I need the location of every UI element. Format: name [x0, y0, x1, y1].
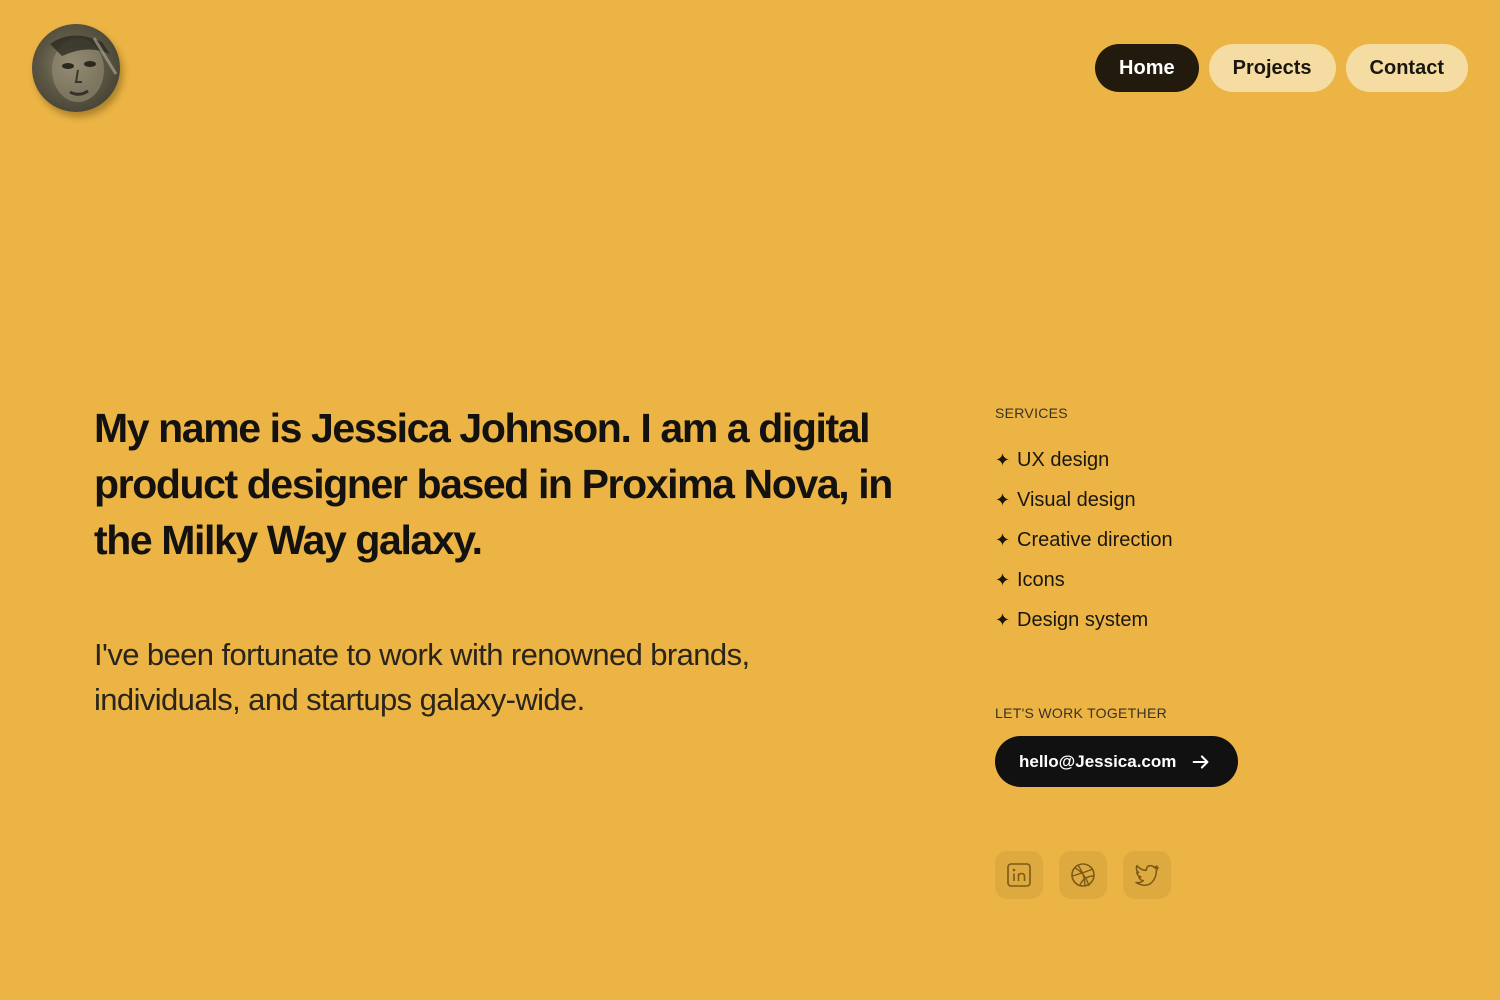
services-label: SERVICES [995, 405, 1068, 421]
hero-subhead: I've been fortunate to work with renowne… [94, 637, 750, 717]
service-label: Visual design [1017, 488, 1136, 511]
social-links [995, 851, 1171, 899]
sparkle-icon: ✦ [995, 569, 1011, 590]
avatar[interactable] [32, 24, 120, 112]
nav-contact-button[interactable]: Contact [1345, 44, 1468, 92]
services-list: ✦ UX design ✦ Visual design ✦ Creative d… [995, 440, 1173, 640]
service-item-creative-direction: ✦ Creative direction [995, 520, 1173, 560]
service-label: Design system [1017, 608, 1149, 631]
service-item-icons: ✦ Icons [995, 560, 1173, 600]
portfolio-page: Home Projects Contact My name is Jessica… [0, 0, 1500, 1000]
avatar-photo [50, 35, 118, 102]
service-item-visual-design: ✦ Visual design [995, 480, 1173, 520]
work-together-label: LET'S WORK TOGETHER [995, 705, 1167, 721]
service-item-design-system: ✦ Design system [995, 600, 1173, 640]
main-nav: Home Projects Contact [1095, 44, 1468, 92]
sparkle-icon: ✦ [995, 449, 1011, 470]
linkedin-link[interactable] [995, 851, 1043, 899]
sparkle-icon: ✦ [995, 529, 1011, 550]
email-label: hello@Jessica.com [1019, 751, 1177, 771]
twitter-icon [1135, 864, 1159, 886]
sparkle-icon: ✦ [995, 489, 1011, 510]
service-label: Creative direction [1017, 528, 1173, 551]
dribbble-link[interactable] [1059, 851, 1107, 899]
arrow-right-icon [1193, 754, 1209, 769]
service-label: Icons [1017, 568, 1065, 591]
service-item-ux-design: ✦ UX design [995, 440, 1173, 480]
dribbble-icon [1071, 863, 1095, 887]
twitter-link[interactable] [1123, 851, 1171, 899]
service-label: UX design [1017, 448, 1110, 471]
nav-projects-button[interactable]: Projects [1208, 44, 1336, 92]
hero-headline: My name is Jessica Johnson. I am a digit… [94, 405, 893, 563]
sparkle-icon: ✦ [995, 609, 1011, 630]
linkedin-icon [1007, 863, 1031, 887]
nav-home-button[interactable]: Home [1095, 44, 1199, 92]
email-button[interactable]: hello@Jessica.com [995, 736, 1239, 787]
